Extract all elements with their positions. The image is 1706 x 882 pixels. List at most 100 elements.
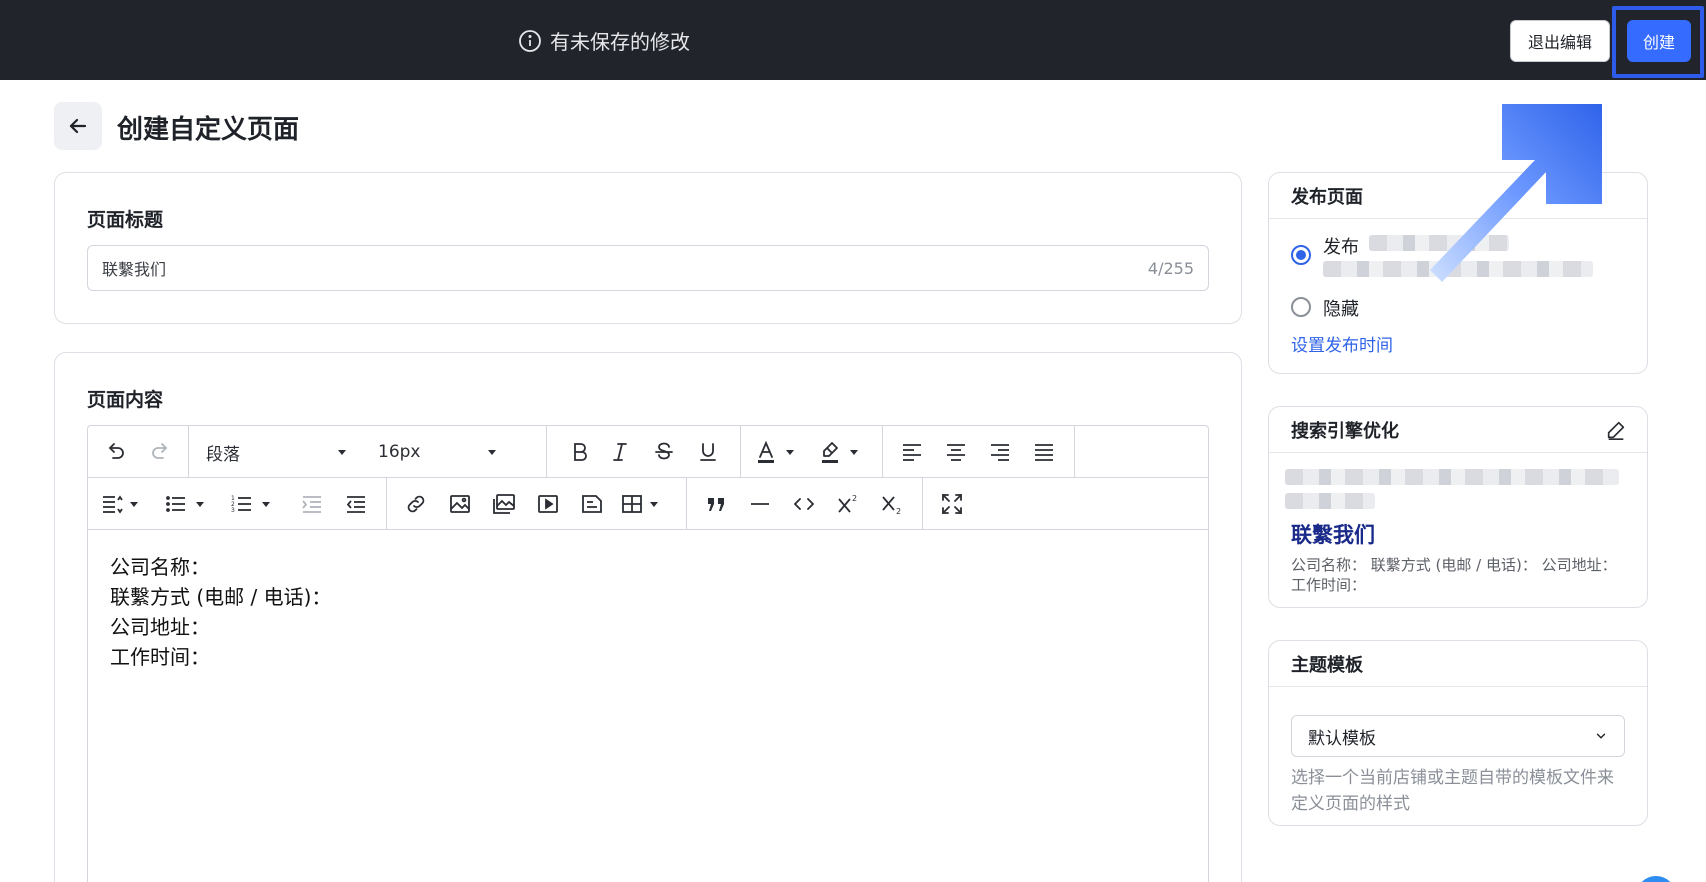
insert-gallery-button[interactable] [488,488,520,520]
bold-button[interactable] [564,436,596,468]
hide-radio-label: 隐藏 [1323,299,1359,320]
content-line: 联繫方式 (电邮 / 电话)： [110,585,332,609]
editor-content[interactable]: 公司名称： 联繫方式 (电邮 / 电话)： 公司地址： 工作时间： [110,552,331,672]
undo-icon [108,443,124,459]
rich-text-editor[interactable]: 段落 16px 1 2 3 2 2 公司名称： 联繫方式 (电邮 / 电话)： … [87,425,1209,882]
superscript-button[interactable]: 2 [832,488,864,520]
theme-template-select[interactable]: 默认模板 [1291,715,1625,757]
paragraph-style-select[interactable]: 段落 [206,436,346,468]
bullet-list-icon [166,496,185,512]
hide-radio[interactable] [1291,297,1311,317]
indent-icon [302,496,321,513]
redo-button[interactable] [144,436,176,468]
align-justify-icon [1035,444,1053,461]
seo-card-title: 搜索引擎优化 [1269,407,1647,453]
caret-down-icon [262,501,270,507]
outdent-icon [346,496,365,513]
annotation-highlight-box [1612,6,1704,78]
align-center-button[interactable] [940,436,972,468]
align-left-button[interactable] [896,436,928,468]
chevron-down-icon [1596,733,1606,739]
font-color-icon [758,440,774,463]
info-icon [519,29,541,52]
caret-down-icon [786,449,794,455]
top-bar: 有未保存的修改 退出编辑 创建 [0,0,1706,80]
line-height-icon [103,495,123,514]
page-title-input[interactable]: 联繫我们 4/255 [87,245,1209,291]
undo-button[interactable] [100,436,132,468]
highlight-color-button[interactable] [818,436,874,468]
code-button[interactable] [788,488,820,520]
caret-down-icon [488,449,496,455]
code-icon [793,498,815,510]
theme-template-value: 默认模板 [1308,728,1376,749]
caret-down-icon [650,501,658,507]
insert-video-button[interactable] [532,488,564,520]
align-left-icon [903,444,921,461]
insert-link-button[interactable] [400,488,432,520]
strikethrough-icon [655,442,673,460]
caret-down-icon [196,501,204,507]
underline-icon [700,443,716,461]
arrow-left-icon [69,118,87,134]
publish-radio[interactable] [1291,245,1311,265]
image-icon [450,495,470,513]
caret-down-icon [130,501,138,507]
blockquote-button[interactable] [700,488,732,520]
content-line: 工作时间： [110,645,210,669]
theme-template-help: 选择一个当前店铺或主题自带的模板文件来定义页面的样式 [1291,768,1614,814]
schedule-publish-link[interactable]: 设置发布时间 [1291,331,1393,356]
unsaved-notice: 有未保存的修改 [518,26,690,55]
fullscreen-button[interactable] [936,488,968,520]
horizontal-rule-icon [751,503,769,505]
editor-toolbar-row-2: 123 2 2 [88,478,1208,530]
page-title-card: 页面标题 联繫我们 4/255 [54,172,1242,324]
page-title: 创建自定义页面 [117,115,300,145]
subscript-button[interactable]: 2 [876,488,908,520]
redacted-seo-url [1285,469,1619,485]
video-icon [538,495,558,513]
italic-button[interactable] [604,436,636,468]
numbered-list-button[interactable]: 123 [230,488,282,520]
font-color-button[interactable] [754,436,810,468]
line-height-button[interactable] [100,488,146,520]
content-line: 公司地址： [110,615,210,639]
exit-edit-button[interactable]: 退出编辑 [1510,20,1610,62]
strikethrough-button[interactable] [648,436,680,468]
page-content-card: 页面内容 段落 16px 1 2 3 2 2 公司名称： 联繫方式 (电邮 / … [54,352,1242,882]
horizontal-rule-button[interactable] [744,488,776,520]
bullet-list-button[interactable] [164,488,216,520]
seo-card: 搜索引擎优化 联繫我们 公司名称： 联繫方式 (电邮 / 电话)： 公司地址： … [1268,406,1648,608]
svg-text:2: 2 [852,494,857,503]
file-icon [582,495,602,513]
font-size-select[interactable]: 16px [378,436,496,468]
pencil-icon[interactable] [1605,419,1627,441]
outdent-button[interactable] [340,488,372,520]
highlighter-icon [822,442,838,463]
align-justify-button[interactable] [1028,436,1060,468]
content-line: 公司名称： [110,555,210,579]
theme-template-card: 主题模板 默认模板 选择一个当前店铺或主题自带的模板文件来定义页面的样式 [1268,640,1648,826]
theme-card-title: 主题模板 [1269,641,1647,687]
redo-icon [152,443,168,459]
page-title-label: 页面标题 [87,209,164,231]
char-counter: 4/255 [1147,258,1194,278]
quote-icon [708,498,724,511]
annotation-arrow-icon [1430,104,1602,282]
seo-preview-description: 公司名称： 联繫方式 (电邮 / 电话)： 公司地址： 工作时间： [1291,556,1617,594]
chat-fab-button[interactable] [1636,876,1676,882]
underline-button[interactable] [692,436,724,468]
bold-icon [574,443,587,461]
subscript-icon: 2 [882,496,901,516]
indent-button[interactable] [296,488,328,520]
back-button[interactable] [54,102,102,150]
caret-down-icon [338,449,346,455]
fullscreen-icon [942,494,962,514]
svg-text:2: 2 [896,507,901,516]
insert-table-button[interactable] [620,488,672,520]
italic-icon [613,443,627,461]
insert-file-button[interactable] [576,488,608,520]
insert-image-button[interactable] [444,488,476,520]
align-right-button[interactable] [984,436,1016,468]
caret-down-icon [850,449,858,455]
